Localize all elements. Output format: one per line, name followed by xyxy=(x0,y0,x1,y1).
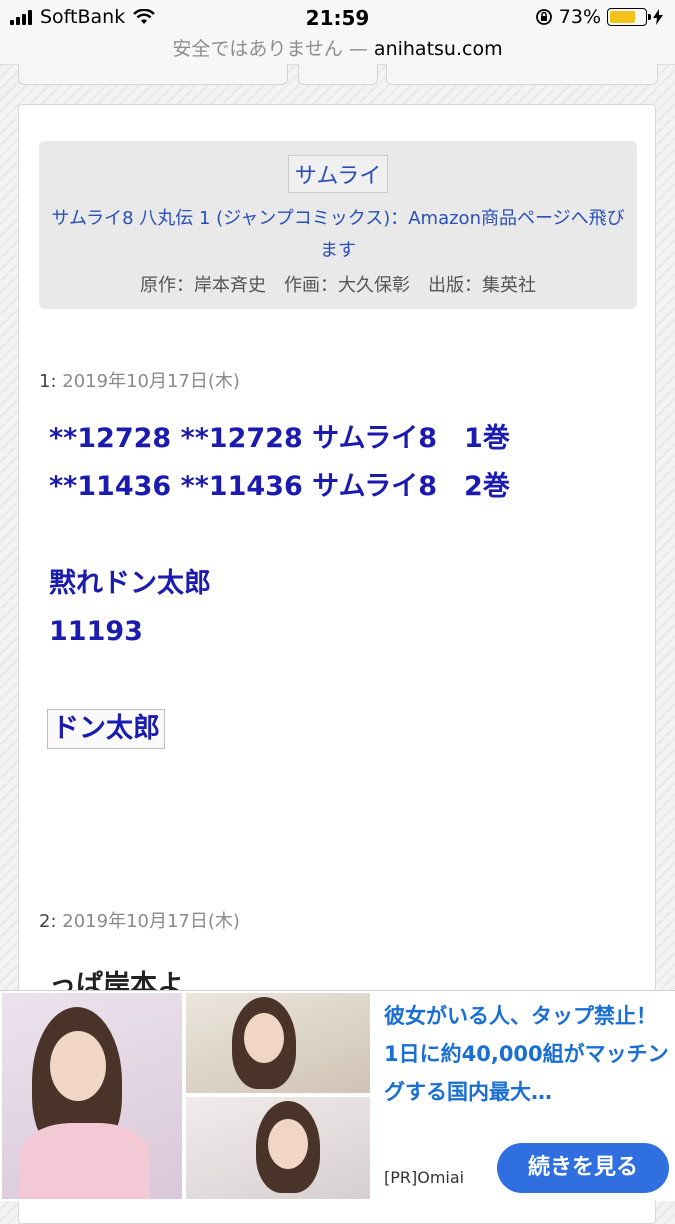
post-date: 2019年10月17日(木) xyxy=(62,371,240,392)
book-info-box: サムライ サムライ8 八丸伝 1 (ジャンプコミックス)：Amazon商品ページ… xyxy=(39,141,637,309)
post-header: 1: 2019年10月17日(木) xyxy=(39,367,240,393)
book-credit: 原作：岸本斉史 作画：大久保彰 出版：集英社 xyxy=(140,275,536,296)
battery-percent: 73% xyxy=(558,6,601,28)
nav-tab-2[interactable] xyxy=(298,64,378,85)
charging-bolt-icon xyxy=(653,9,663,25)
book-tag-link[interactable]: サムライ xyxy=(287,155,389,193)
post-tag-link[interactable]: ドン太郎 xyxy=(47,709,165,749)
post-line: 黙れドン太郎 xyxy=(49,568,211,599)
domain-label: anihatsu.com xyxy=(373,38,503,60)
ad-sponsor: [PR]Omiai xyxy=(384,1168,465,1187)
amazon-link[interactable]: サムライ8 八丸伝 1 (ジャンプコミックス)：Amazon商品ページへ飛びます xyxy=(39,203,637,267)
post-line: **11436 **11436 サムライ8 2巻 xyxy=(49,471,510,502)
post-number: 1: xyxy=(39,371,57,392)
nav-tab-1[interactable] xyxy=(18,64,288,85)
post-number: 2: xyxy=(39,911,57,932)
post-tag-wrap: ドン太郎 xyxy=(47,705,165,753)
status-bar: SoftBank 21:59 73% xyxy=(0,0,675,36)
post-header: 2: 2019年10月17日(木) xyxy=(39,907,240,933)
post-body: **12728 **12728 サムライ8 1巻 **11436 **11436… xyxy=(49,415,510,511)
post-line: 11193 xyxy=(49,616,143,647)
security-warning: 安全ではありません — xyxy=(172,38,368,60)
ad-photo-main[interactable] xyxy=(2,993,182,1199)
battery-icon xyxy=(607,8,651,26)
post-date: 2019年10月17日(木) xyxy=(62,911,240,932)
address-bar[interactable]: 安全ではありません — anihatsu.com xyxy=(0,34,675,65)
ad-photo-top[interactable] xyxy=(186,993,370,1093)
nav-tab-3[interactable] xyxy=(386,64,658,85)
ad-headline[interactable]: 彼女がいる人、タップ禁止！1日に約40,000組がマッチングする国内最大… xyxy=(384,997,670,1111)
post-body: 黙れドン太郎 11193 xyxy=(49,560,211,656)
orientation-lock-icon xyxy=(535,9,552,25)
ad-cta-button[interactable]: 続きを見る xyxy=(497,1143,669,1193)
post-line: **12728 **12728 サムライ8 1巻 xyxy=(49,423,510,454)
ad-photo-bottom[interactable] xyxy=(186,1097,370,1199)
